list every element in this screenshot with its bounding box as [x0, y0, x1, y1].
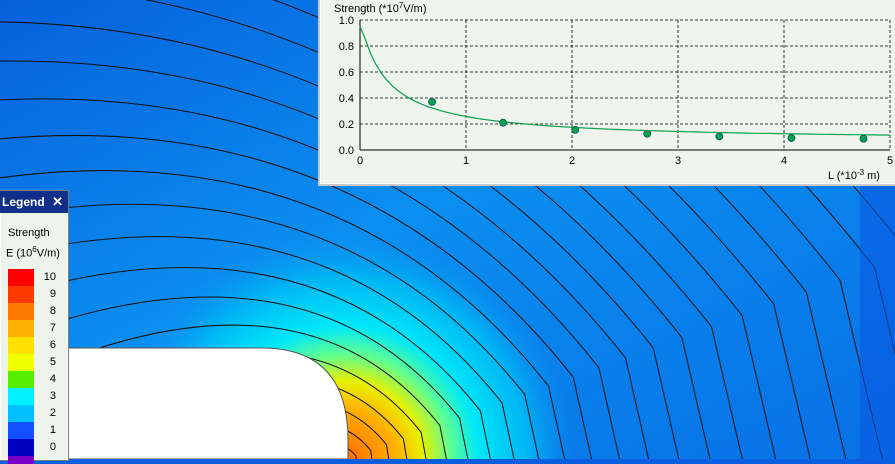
data-point — [787, 134, 796, 142]
y-tick-label: 0.6 — [339, 67, 354, 79]
data-point — [499, 118, 508, 127]
legend-titlebar[interactable]: Legend ✕ — [0, 191, 68, 213]
legend-swatch — [8, 303, 34, 320]
legend-level-label: 8 — [49, 305, 56, 317]
legend-quantity: Strength — [8, 227, 50, 239]
x-tick-label: 0 — [357, 155, 363, 167]
legend-title: Legend — [2, 195, 45, 209]
legend-level-label: 0 — [49, 441, 56, 453]
close-icon[interactable]: ✕ — [52, 191, 63, 213]
conductor-shape — [67, 347, 349, 459]
legend-swatch — [8, 422, 34, 439]
legend-swatch — [8, 337, 34, 354]
x-tick-label: 3 — [675, 155, 681, 167]
legend-level-label: 9 — [49, 288, 56, 300]
y-tick-label: 0.8 — [339, 41, 354, 53]
legend-level-label: 5 — [49, 356, 56, 368]
legend-swatch — [8, 388, 34, 405]
legend-unit-suffix: V/m) — [36, 247, 60, 260]
chart-grid — [359, 19, 891, 151]
legend-swatch — [8, 354, 34, 371]
chart-series — [359, 26, 891, 143]
x-tick-label: 1 — [463, 155, 469, 167]
legend-level-label: 2 — [49, 407, 56, 419]
legend-swatch — [8, 269, 34, 286]
legend-level-label: 6 — [49, 339, 56, 351]
chart-ylabel-text: Strength (*10 — [334, 3, 399, 15]
x-tick-label: 5 — [887, 155, 893, 167]
legend-level-label: 10 — [43, 271, 56, 283]
legend-swatch — [8, 456, 34, 464]
legend-swatch — [8, 439, 34, 456]
chart-xlabel-text: L (*10 — [828, 170, 857, 182]
y-tick-label: 1.0 — [339, 15, 354, 27]
legend-level-label: 4 — [49, 373, 56, 385]
legend-level-label: 1 — [49, 424, 56, 436]
chart-ticks: 0.0 0.2 0.4 0.6 0.8 1.0 0 1 2 3 4 5 — [339, 15, 893, 167]
legend-level-label: 7 — [49, 322, 56, 334]
chart-ylabel: Strength (*107V/m) — [334, 1, 427, 15]
legend-swatch — [8, 371, 34, 388]
chart-xlabel: L (*10-3 m) — [828, 168, 880, 182]
legend-unit: E (106V/m) — [6, 245, 60, 260]
y-tick-label: 0.4 — [339, 93, 354, 105]
data-point — [643, 129, 652, 138]
y-tick-label: 0.2 — [339, 119, 354, 131]
series-line — [359, 26, 891, 136]
legend-swatch — [8, 320, 34, 337]
data-point — [571, 125, 580, 134]
data-point — [715, 132, 724, 141]
strength-chart: Strength (*107V/m) L (*10-3 m) 0.0 0.2 0.4… — [334, 1, 893, 182]
legend-swatch — [8, 286, 34, 303]
chart-xlabel-unit: m) — [864, 170, 880, 182]
strength-chart-panel: Strength (*107V/m) L (*10-3 m) 0.0 0.2 0.4… — [318, 0, 895, 186]
x-tick-label: 4 — [781, 155, 787, 167]
x-tick-label: 2 — [569, 155, 575, 167]
y-tick-label: 0.0 — [339, 145, 354, 157]
data-point — [428, 98, 436, 106]
legend-level-label: 3 — [49, 390, 56, 402]
data-point — [859, 134, 868, 143]
legend-swatch — [8, 405, 34, 422]
chart-ylabel-unit: V/m) — [403, 3, 426, 15]
legend-panel: Legend ✕ Strength E (106V/m) 10 9 8 7 6 5 4 3 2 1… — [0, 190, 69, 464]
legend-unit-prefix: E (10 — [6, 247, 33, 260]
